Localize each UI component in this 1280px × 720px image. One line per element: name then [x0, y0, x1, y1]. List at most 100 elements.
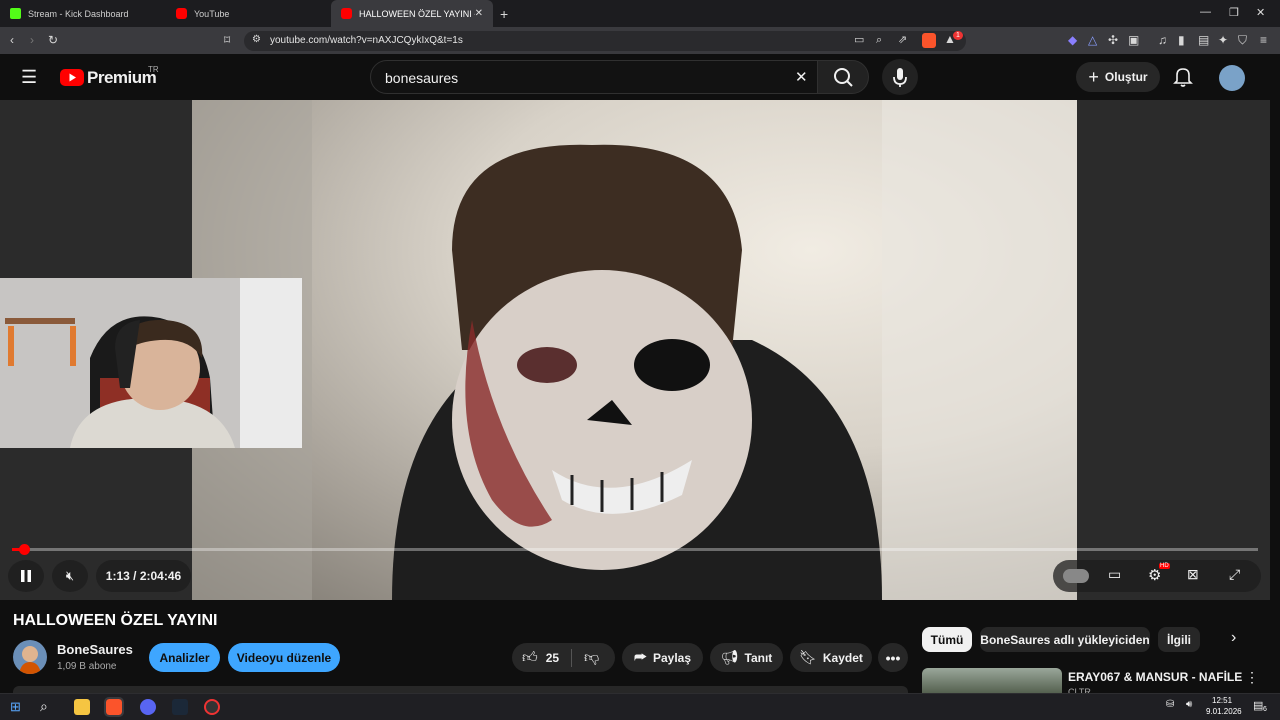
dislike-button[interactable]: 👎︎ — [584, 649, 599, 667]
page-scrollbar-track[interactable] — [1271, 100, 1280, 600]
youtube-favicon-icon — [176, 8, 187, 19]
sidebar-icon[interactable]: ▮ — [1178, 34, 1185, 46]
youtube-header: ☰ Premium TR bonesaures ✕ + Oluştur — [0, 54, 1270, 100]
volume-icon[interactable]: 🔊︎ — [1186, 699, 1192, 710]
notifications-bell-icon[interactable] — [1173, 66, 1193, 88]
share-arrow-icon: ⮫ — [633, 649, 647, 665]
vpn-shield-icon[interactable]: ⛉ — [1238, 34, 1247, 46]
wallet-icon[interactable]: ▤ — [1198, 34, 1209, 46]
tab-youtube[interactable]: YouTube — [166, 0, 332, 27]
zoom-icon[interactable]: ⌕ — [876, 35, 882, 46]
share-icon[interactable]: ⇗ — [898, 35, 907, 46]
network-icon[interactable]: ⛁ — [1166, 699, 1174, 710]
address-bar[interactable]: ⚙ youtube.com/watch?v=nAXJCQykIxQ&t=1s ▭… — [244, 31, 966, 51]
clear-search-icon[interactable]: ✕ — [795, 68, 808, 86]
search-input[interactable]: bonesaures ✕ — [370, 60, 818, 94]
like-button[interactable]: 👍︎ 25 — [522, 649, 559, 667]
new-tab-button[interactable]: + — [500, 7, 508, 21]
promote-button[interactable]: 📢︎ Tanıt — [710, 643, 783, 672]
search-button[interactable] — [817, 60, 869, 94]
youtube-logo-icon[interactable] — [60, 69, 84, 86]
tab-halloween-video[interactable]: HALLOWEEN ÖZEL YAYINI - You ✕ — [331, 0, 493, 27]
clock-date[interactable]: 9.01.2026 — [1206, 707, 1242, 716]
more-actions-button[interactable]: ••• — [878, 643, 908, 672]
leo-ai-icon[interactable]: ✦ — [1218, 34, 1228, 46]
screenshot-icon[interactable]: ▣ — [1128, 34, 1139, 46]
mute-button[interactable]: 🔇︎ — [52, 560, 88, 592]
pause-button[interactable] — [8, 560, 44, 592]
webcam-content-image — [0, 278, 302, 448]
brave-shield-icon[interactable] — [922, 33, 936, 48]
theater-mode-icon[interactable]: ⊠ — [1187, 566, 1199, 583]
steam-icon[interactable] — [172, 699, 188, 715]
forward-icon[interactable]: › — [30, 34, 34, 46]
chips-next-icon[interactable]: › — [1231, 629, 1236, 647]
chip-related[interactable]: İlgili — [1158, 627, 1200, 652]
progress-bar[interactable] — [12, 544, 1258, 555]
create-button[interactable]: + Oluştur — [1076, 62, 1160, 92]
discord-icon[interactable] — [140, 699, 156, 715]
channel-avatar[interactable] — [13, 640, 47, 674]
video-frame[interactable] — [192, 100, 1077, 600]
bookmark-icon[interactable]: ⌑ — [224, 34, 230, 46]
like-count: 25 — [545, 650, 560, 665]
browser-toolbar: ‹ › ↻ ⌑ ⚙ youtube.com/watch?v=nAXJCQykIx… — [0, 27, 1280, 54]
share-button[interactable]: ⮫ Paylaş — [622, 643, 703, 672]
tab-kick-dashboard[interactable]: Stream - Kick Dashboard — [0, 0, 166, 27]
bookmark-save-icon: 🔖︎ — [799, 649, 817, 665]
tab-label: HALLOWEEN ÖZEL YAYINI - You — [359, 8, 475, 19]
account-avatar[interactable] — [1219, 65, 1245, 91]
voice-search-button[interactable] — [882, 59, 918, 95]
brave-browser-icon[interactable] — [104, 697, 124, 717]
recommendation-menu-icon[interactable]: ⋮ — [1245, 669, 1259, 686]
fullscreen-icon[interactable]: ⤢ — [1229, 566, 1240, 583]
hamburger-menu-icon[interactable]: ☰ — [21, 67, 37, 88]
extension-icon[interactable]: ◆ — [1068, 34, 1077, 46]
time-display: 1:13 / 2:04:46 — [96, 560, 191, 592]
video-content-image — [192, 100, 1077, 600]
back-icon[interactable]: ‹ — [10, 34, 14, 46]
close-tab-icon[interactable]: ✕ — [475, 8, 483, 19]
recommendation-title[interactable]: ERAY067 & MANSUR - NAFİLE — [1068, 670, 1242, 684]
webcam-overlay-image — [0, 278, 302, 448]
reload-icon[interactable]: ↻ — [48, 34, 58, 46]
premium-logo-text[interactable]: Premium — [87, 68, 157, 88]
obs-icon[interactable] — [204, 699, 220, 715]
chip-all[interactable]: Tümü — [922, 627, 972, 652]
minimize-button[interactable]: — — [1200, 6, 1211, 18]
promote-button-label: Tanıt — [744, 650, 773, 665]
edit-video-button[interactable]: Videoyu düzenle — [228, 643, 340, 672]
save-button-label: Kaydet — [822, 650, 863, 665]
progress-scrubber[interactable] — [19, 544, 30, 555]
taskbar-search-icon[interactable]: ⌕ — [40, 698, 48, 715]
microphone-icon — [893, 68, 907, 87]
windows-taskbar: ⊞ ⌕ ⛁ 🔊︎ 12:51 9.01.2026 ▤ 6 — [0, 693, 1280, 720]
pause-icon — [21, 570, 31, 582]
chip-from-uploader[interactable]: BoneSaures adlı yükleyiciden — [980, 627, 1150, 652]
cast-icon[interactable]: ▭ — [854, 35, 864, 46]
analytics-button[interactable]: Analizler — [149, 643, 220, 672]
restore-button[interactable]: ❐ — [1229, 6, 1239, 19]
clock-time[interactable]: 12:51 — [1212, 696, 1232, 705]
site-info-icon[interactable]: ⚙ — [252, 35, 261, 45]
extensions-puzzle-icon[interactable]: ✣ — [1108, 34, 1118, 46]
description-box[interactable] — [13, 686, 908, 693]
kick-favicon-icon — [10, 8, 21, 19]
windows-start-icon[interactable]: ⊞ — [10, 699, 21, 715]
create-button-label: Oluştur — [1104, 70, 1148, 84]
save-button[interactable]: 🔖︎ Kaydet — [790, 643, 872, 672]
video-player[interactable]: 🔇︎ 1:13 / 2:04:46 ▭ ⚙ HD ⊠ ⤢ — [0, 100, 1280, 600]
recommendation-thumbnail[interactable] — [922, 668, 1062, 693]
autoplay-toggle[interactable] — [1063, 569, 1089, 583]
media-icon[interactable]: ♫ — [1158, 34, 1167, 46]
subtitles-icon[interactable]: ▭ — [1108, 566, 1121, 583]
vpn-icon[interactable]: △ — [1088, 34, 1097, 46]
notification-center-icon[interactable]: ▤ — [1253, 699, 1263, 712]
tab-label: YouTube — [194, 8, 230, 19]
channel-name[interactable]: BoneSaures — [57, 642, 133, 657]
close-window-button[interactable]: ✕ — [1256, 6, 1265, 19]
browser-tab-strip: Stream - Kick Dashboard YouTube HALLOWEE… — [0, 0, 1280, 27]
file-explorer-icon[interactable] — [74, 699, 90, 715]
menu-icon[interactable]: ≡ — [1260, 34, 1267, 46]
more-horizontal-icon: ••• — [885, 649, 901, 666]
